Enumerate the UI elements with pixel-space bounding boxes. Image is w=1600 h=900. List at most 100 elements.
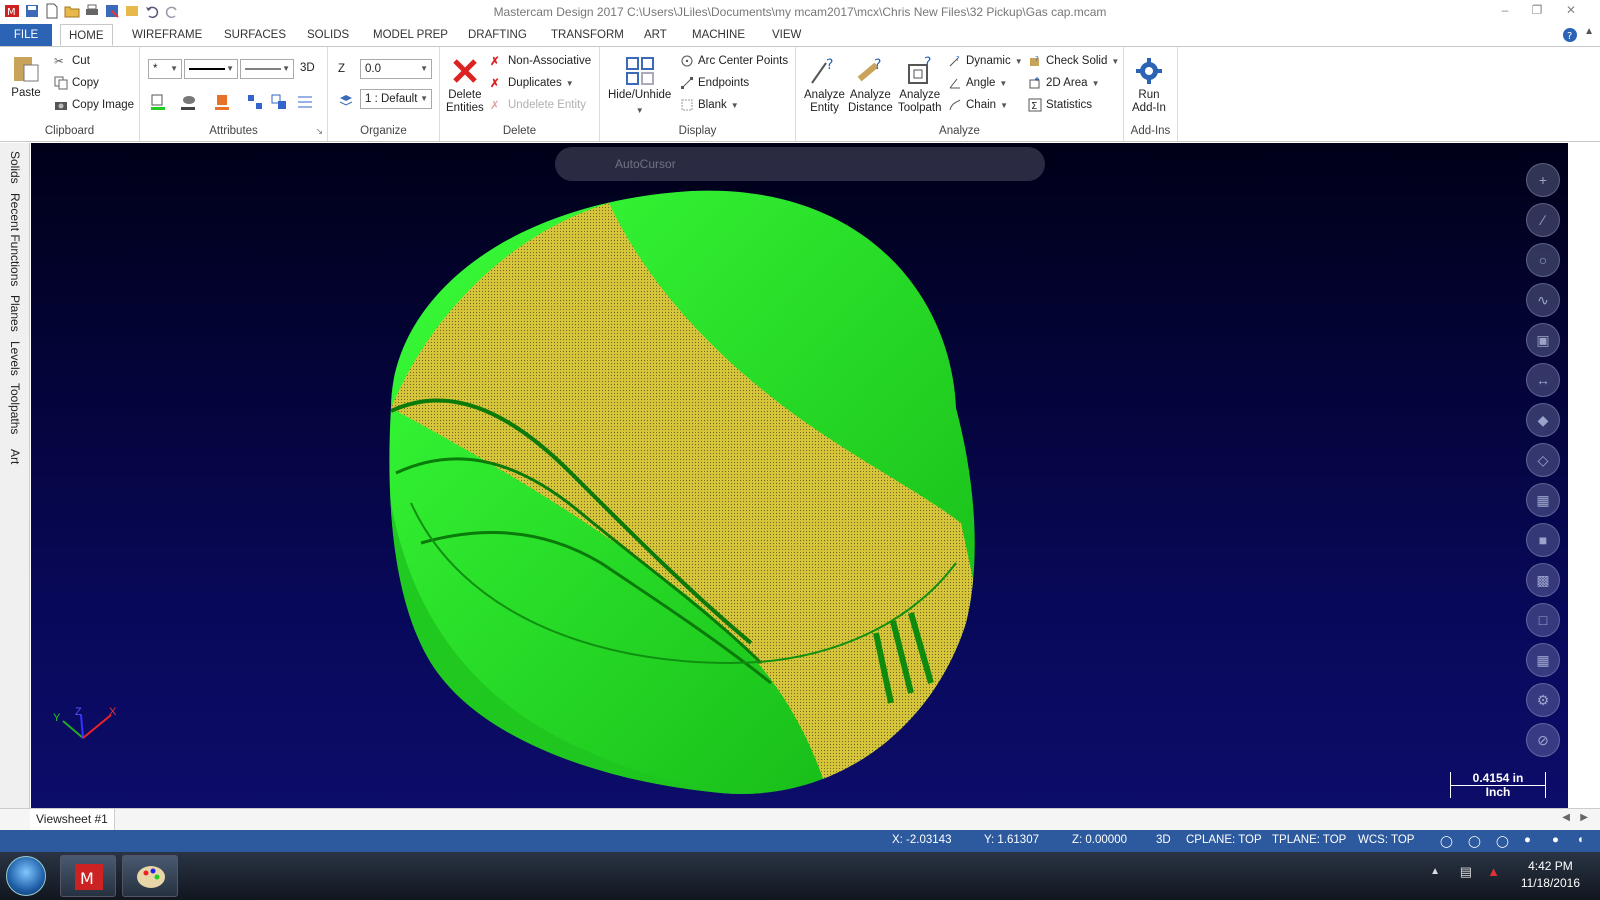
select-bodies-icon[interactable]: ■ — [1526, 523, 1560, 557]
viewsheet-tab[interactable]: Viewsheet #1 — [30, 809, 115, 830]
show-hidden-icons[interactable]: ▲ — [1430, 866, 1440, 877]
solid-color-icon[interactable] — [180, 93, 198, 111]
endpoints-button[interactable]: Endpoints — [680, 76, 749, 90]
surface-color-icon[interactable] — [214, 93, 232, 111]
close-window-button[interactable]: ✕ — [1556, 3, 1586, 17]
line-style-select[interactable]: ▼ — [184, 59, 238, 79]
non-associative-button[interactable]: ✗ Non-Associative — [490, 54, 591, 68]
delete-entities-button[interactable]: Delete Entities — [446, 55, 484, 115]
wireframe-display-icon[interactable]: ◯ — [1468, 834, 1481, 848]
selection-toolbar[interactable]: AutoCursor — [555, 147, 1045, 181]
set-all-icon[interactable] — [246, 93, 264, 111]
tab-recent-functions[interactable]: Recent Functions — [8, 193, 22, 286]
statistics-button[interactable]: Σ Statistics — [1028, 98, 1092, 112]
help-icon[interactable]: ? — [1562, 27, 1578, 43]
select-faces-icon[interactable]: ◇ — [1526, 443, 1560, 477]
levels-icon[interactable] — [338, 93, 354, 109]
select-dimensions-icon[interactable]: ↔ — [1526, 363, 1560, 397]
tab-view[interactable]: VIEW — [764, 24, 809, 46]
status-3d-mode[interactable]: 3D — [1156, 834, 1171, 846]
scroll-right-icon[interactable]: ▶ — [1580, 812, 1588, 823]
signal-icon[interactable]: ▲ — [1487, 864, 1500, 879]
tab-art-manager[interactable]: Art — [8, 449, 22, 464]
copy-button[interactable]: Copy — [54, 76, 99, 90]
shaded-edges-icon[interactable]: ● — [1552, 834, 1559, 846]
clear-selection-icon[interactable]: ⊘ — [1526, 723, 1560, 757]
select-arcs-icon[interactable]: ○ — [1526, 243, 1560, 277]
duplicates-button[interactable]: ✗ Duplicates ▼ — [490, 76, 574, 90]
select-splines-icon[interactable]: ∿ — [1526, 283, 1560, 317]
network-icon[interactable]: ▤ — [1460, 864, 1472, 880]
analyze-toolpath-button[interactable]: ? Analyze Toolpath — [898, 55, 941, 115]
select-groups-icon[interactable]: ▩ — [1526, 563, 1560, 597]
analyze-entity-button[interactable]: ? Analyze Entity — [804, 55, 845, 115]
hidden-line-icon[interactable]: ◯ — [1496, 834, 1509, 848]
paint-taskbar-button[interactable] — [122, 855, 178, 897]
tab-toolpaths[interactable]: Toolpaths — [8, 383, 22, 434]
tab-machine[interactable]: MACHINE — [684, 24, 753, 46]
svg-text:?: ? — [1035, 55, 1039, 63]
paste-button[interactable]: Paste — [10, 53, 42, 100]
tab-model-prep[interactable]: MODEL PREP — [365, 24, 456, 46]
system-clock[interactable]: 4:42 PM 11/18/2016 — [1521, 858, 1580, 892]
tab-levels[interactable]: Levels — [8, 341, 22, 376]
check-solid-button[interactable]: ? Check Solid ▼ — [1028, 54, 1119, 68]
tab-planes[interactable]: Planes — [8, 295, 22, 332]
dialog-launcher-icon[interactable]: ↘ — [315, 126, 323, 137]
status-tplane[interactable]: TPLANE: TOP — [1272, 834, 1346, 846]
minimize-button[interactable]: – — [1490, 3, 1520, 17]
line-width-select[interactable]: ▼ — [240, 59, 294, 79]
mastercam-taskbar-button[interactable]: M — [60, 855, 116, 897]
graphics-viewport[interactable]: Y Z X AutoCursor + ∕ ○ ∿ ▣ ↔ ◆ ◇ ▦ ■ ▩ □… — [31, 143, 1568, 808]
delete-group: Delete Entities ✗ Non-Associative ✗ Dupl… — [440, 47, 600, 141]
select-lines-icon[interactable]: ∕ — [1526, 203, 1560, 237]
tab-drafting[interactable]: DRAFTING — [460, 24, 535, 46]
autocursor-label[interactable]: AutoCursor — [615, 157, 676, 171]
copy-image-button[interactable]: Copy Image — [54, 98, 134, 112]
select-solids-icon[interactable]: ◆ — [1526, 403, 1560, 437]
attribute-manager-icon[interactable] — [296, 93, 314, 111]
analyze-distance-button[interactable]: ? Analyze Distance — [848, 55, 893, 115]
scroll-left-icon[interactable]: ◀ — [1562, 812, 1570, 823]
chain-button[interactable]: Chain ▼ — [948, 98, 1008, 112]
3d-mode-toggle[interactable]: 3D — [300, 62, 315, 74]
select-color-icon[interactable]: ▦ — [1526, 643, 1560, 677]
2d-area-button[interactable]: 2D Area ▼ — [1028, 76, 1099, 90]
tab-transform[interactable]: TRANSFORM — [543, 24, 632, 46]
select-meshes-icon[interactable]: ▦ — [1526, 483, 1560, 517]
run-addin-button[interactable]: Run Add-In — [1132, 55, 1166, 115]
level-select[interactable]: 1 : Default ▼ — [360, 89, 432, 109]
tab-wireframe[interactable]: WIREFRAME — [124, 24, 210, 46]
restore-button[interactable]: ❐ — [1522, 3, 1552, 17]
dynamic-button[interactable]: ? Dynamic ▼ — [948, 54, 1023, 68]
point-style-select[interactable]: * ▼ — [148, 59, 182, 79]
start-button[interactable] — [6, 856, 46, 896]
translucency-icon[interactable]: ◐ — [1578, 834, 1585, 846]
shaded-icon[interactable]: ● — [1524, 834, 1531, 846]
arc-center-points-button[interactable]: Arc Center Points — [680, 54, 788, 68]
gas-cap-model[interactable]: Y Z X — [31, 143, 1568, 808]
angle-button[interactable]: Angle ▼ — [948, 76, 1007, 90]
tab-surfaces[interactable]: SURFACES — [216, 24, 294, 46]
clear-attributes-icon[interactable] — [270, 93, 288, 111]
wireframe-color-icon[interactable] — [150, 93, 168, 111]
tab-file[interactable]: FILE — [0, 24, 52, 46]
tab-home[interactable]: HOME — [60, 24, 113, 46]
hide-unhide-button[interactable]: Hide/Unhide ▼ — [608, 55, 671, 117]
svg-text:?: ? — [956, 55, 960, 63]
tab-solids-manager[interactable]: Solids — [8, 151, 22, 184]
select-surfaces-icon[interactable]: ▣ — [1526, 323, 1560, 357]
z-depth-input[interactable]: 0.0 ▼ — [360, 59, 432, 79]
select-results-icon[interactable]: □ — [1526, 603, 1560, 637]
undelete-entity-button[interactable]: ✗ Undelete Entity — [490, 98, 586, 112]
status-wcs[interactable]: WCS: TOP — [1358, 834, 1414, 846]
cut-button[interactable]: ✂ Cut — [54, 54, 90, 68]
collapse-ribbon-icon[interactable]: ▲ — [1584, 26, 1594, 37]
globe-icon[interactable]: ◯ — [1440, 834, 1453, 848]
tab-art[interactable]: ART — [636, 24, 675, 46]
select-all-icon[interactable]: + — [1526, 163, 1560, 197]
status-cplane[interactable]: CPLANE: TOP — [1186, 834, 1262, 846]
blank-button[interactable]: Blank ▼ — [680, 98, 739, 112]
select-levels-icon[interactable]: ⚙ — [1526, 683, 1560, 717]
tab-solids[interactable]: SOLIDS — [299, 24, 357, 46]
